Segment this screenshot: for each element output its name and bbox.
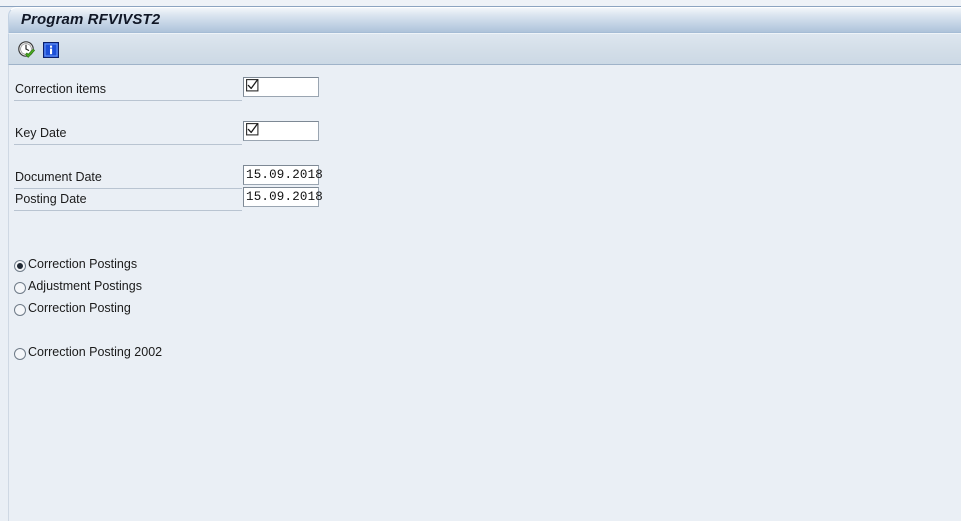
field-row-posting-date: Posting Date 15.09.2018 [9,187,329,211]
radio-indicator [14,304,26,316]
field-label-correction-items: Correction items [15,82,106,96]
checkbox-field-correction-items[interactable] [243,77,319,97]
title-bar: Program RFVIVST2 [8,7,961,33]
info-icon[interactable] [41,40,61,60]
field-label-posting-date: Posting Date [15,192,87,206]
row-separator [14,100,242,101]
radio-label-correction-posting: Correction Posting [28,301,131,315]
radio-label-correction-posting-2002: Correction Posting 2002 [28,345,163,359]
checkbox-field-key-date[interactable] [243,121,319,141]
radio-indicator [14,348,26,360]
radio-indicator-selected [14,260,26,272]
sap-selection-screen-window: Program RFVIVST2 © www.tutorialkart.com [0,0,961,521]
field-row-key-date: Key Date [9,121,329,145]
document-date-input[interactable]: 15.09.2018 [243,165,323,185]
field-row-document-date: Document Date 15.09.2018 [9,165,329,189]
row-separator [14,144,242,145]
posting-date-value: 15.09.2018 [246,190,324,204]
document-date-value: 15.09.2018 [246,168,324,182]
field-label-key-date: Key Date [15,126,67,140]
radio-indicator [14,282,26,294]
execute-icon[interactable] [17,40,37,60]
row-separator [14,210,242,211]
checked-checkbox-icon [246,123,259,136]
application-toolbar: © www.tutorialkart.com [8,33,961,97]
selection-screen-body: Correction items Key Date Document Date … [8,65,961,521]
field-label-document-date: Document Date [15,170,102,184]
radio-label-adjustment-postings: Adjustment Postings [28,279,142,293]
window-top-strip [0,0,961,7]
field-row-correction-items: Correction items [9,77,329,101]
radio-label-correction-postings: Correction Postings [28,257,138,271]
checked-checkbox-icon [246,79,259,92]
posting-date-input[interactable]: 15.09.2018 [243,187,323,207]
page-title: Program RFVIVST2 [21,11,161,28]
